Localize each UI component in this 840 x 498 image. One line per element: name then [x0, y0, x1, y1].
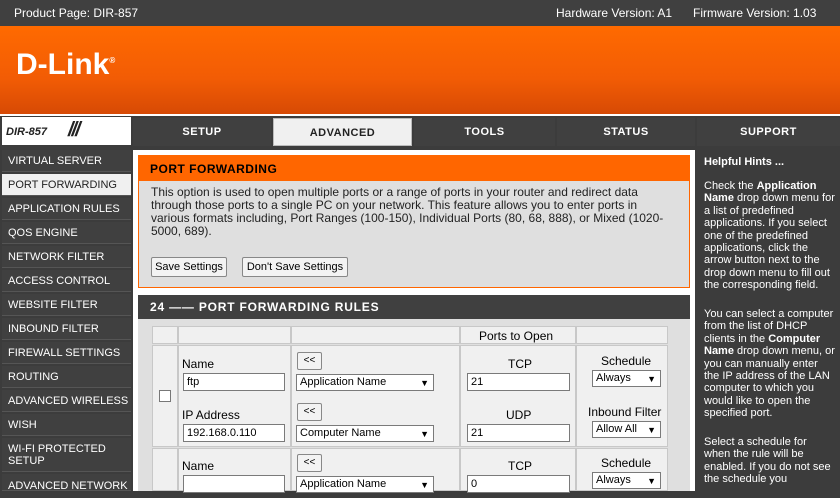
port-forwarding-title: PORT FORWARDING — [138, 155, 690, 181]
copy-application-button[interactable]: << — [297, 352, 322, 370]
schedule-select[interactable]: Always ▼ — [592, 472, 661, 489]
ip-address-label: IP Address — [182, 408, 240, 422]
copy-computer-button[interactable]: << — [297, 403, 322, 421]
brand-banner: D-Link® — [0, 26, 840, 114]
name-label: Name — [182, 357, 215, 371]
sidebar-item-network-filter[interactable]: NETWORK FILTER — [2, 246, 131, 268]
hint-paragraph: Select a schedule for when the rule will… — [704, 436, 831, 486]
hint-paragraph: You can select a computer from the list … — [704, 308, 835, 420]
udp-ports-input[interactable]: 21 — [467, 424, 570, 442]
hint-paragraph: Check the Application Name drop down men… — [704, 180, 835, 292]
table-header-cell — [152, 326, 178, 344]
tcp-ports-input[interactable]: 0 — [467, 475, 570, 493]
sidebar-item-advanced-wireless[interactable]: ADVANCED WIRELESS — [2, 390, 131, 412]
product-page-text: Product Page: DIR-857 — [14, 6, 139, 20]
sidebar-item-access-control[interactable]: ACCESS CONTROL — [2, 270, 131, 292]
name-input[interactable]: ftp — [183, 373, 285, 391]
tcp-label: TCP — [508, 357, 532, 371]
hardware-version-text: Hardware Version: A1 — [556, 6, 673, 20]
hints-title: Helpful Hints ... — [704, 156, 785, 168]
sidebar-item-wifi-protected-setup[interactable]: WI-FI PROTECTED SETUP — [2, 438, 131, 472]
schedule-label: Schedule — [601, 456, 652, 470]
ip-address-input[interactable]: 192.168.0.110 — [183, 424, 285, 442]
ports-to-open-header-cell: Ports to Open — [460, 326, 576, 344]
tab-status[interactable]: STATUS — [557, 118, 695, 146]
tcp-label: TCP — [508, 459, 532, 473]
dropdown-arrow-icon: ▼ — [420, 378, 429, 388]
sidebar-item-port-forwarding[interactable]: PORT FORWARDING — [2, 174, 131, 196]
inbound-filter-select[interactable]: Allow All ▼ — [592, 421, 661, 438]
tab-support[interactable]: SUPPORT — [697, 118, 840, 146]
sidebar-item-qos-engine[interactable]: QOS ENGINE — [2, 222, 131, 244]
rules-title: 24 —— PORT FORWARDING RULES — [138, 295, 690, 319]
udp-label: UDP — [506, 408, 532, 422]
model-label: DIR-857 /// — [2, 117, 131, 145]
ports-to-open-header: Ports to Open — [479, 329, 554, 343]
tab-advanced[interactable]: ADVANCED — [273, 118, 412, 146]
schedule-label: Schedule — [601, 354, 652, 368]
tcp-ports-input[interactable]: 21 — [467, 373, 570, 391]
sidebar-item-inbound-filter[interactable]: INBOUND FILTER — [2, 318, 131, 340]
dropdown-arrow-icon: ▼ — [420, 429, 429, 439]
rule-enable-checkbox[interactable] — [159, 390, 171, 402]
sidebar-item-website-filter[interactable]: WEBSITE FILTER — [2, 294, 131, 316]
model-slashes: /// — [68, 119, 81, 141]
model-name: DIR-857 — [6, 126, 47, 138]
copy-application-button[interactable]: << — [297, 454, 322, 472]
table-header-cell — [291, 326, 460, 344]
dropdown-arrow-icon: ▼ — [647, 476, 656, 486]
dropdown-arrow-icon: ▼ — [647, 374, 656, 384]
sidebar-item-wish[interactable]: WISH — [2, 414, 131, 436]
sidebar-item-firewall-settings[interactable]: FIREWALL SETTINGS — [2, 342, 131, 364]
dropdown-arrow-icon: ▼ — [647, 425, 656, 435]
application-name-select[interactable]: Application Name ▼ — [296, 476, 434, 493]
table-row — [152, 448, 178, 491]
computer-name-select[interactable]: Computer Name ▼ — [296, 425, 434, 442]
name-label: Name — [182, 459, 215, 473]
tab-setup[interactable]: SETUP — [133, 118, 271, 146]
save-settings-button[interactable]: Save Settings — [151, 257, 227, 277]
name-input[interactable] — [183, 475, 285, 493]
firmware-version-text: Firmware Version: 1.03 — [693, 6, 817, 20]
sidebar-item-virtual-server[interactable]: VIRTUAL SERVER — [2, 150, 131, 172]
port-forwarding-description: This option is used to open multiple por… — [151, 185, 664, 238]
schedule-select[interactable]: Always ▼ — [592, 370, 661, 387]
top-info-bar: Product Page: DIR-857 Hardware Version: … — [0, 0, 840, 26]
tab-tools[interactable]: TOOLS — [414, 118, 555, 146]
sidebar-item-advanced-network[interactable]: ADVANCED NETWORK — [2, 474, 131, 492]
table-header-cell — [576, 326, 668, 344]
table-header-cell — [178, 326, 291, 344]
application-name-select[interactable]: Application Name ▼ — [296, 374, 434, 391]
dlink-logo: D-Link® — [16, 48, 116, 81]
sidebar-item-routing[interactable]: ROUTING — [2, 366, 131, 388]
sidebar-item-application-rules[interactable]: APPLICATION RULES — [2, 198, 131, 220]
dont-save-settings-button[interactable]: Don't Save Settings — [242, 257, 348, 277]
inbound-filter-label: Inbound Filter — [588, 405, 662, 419]
